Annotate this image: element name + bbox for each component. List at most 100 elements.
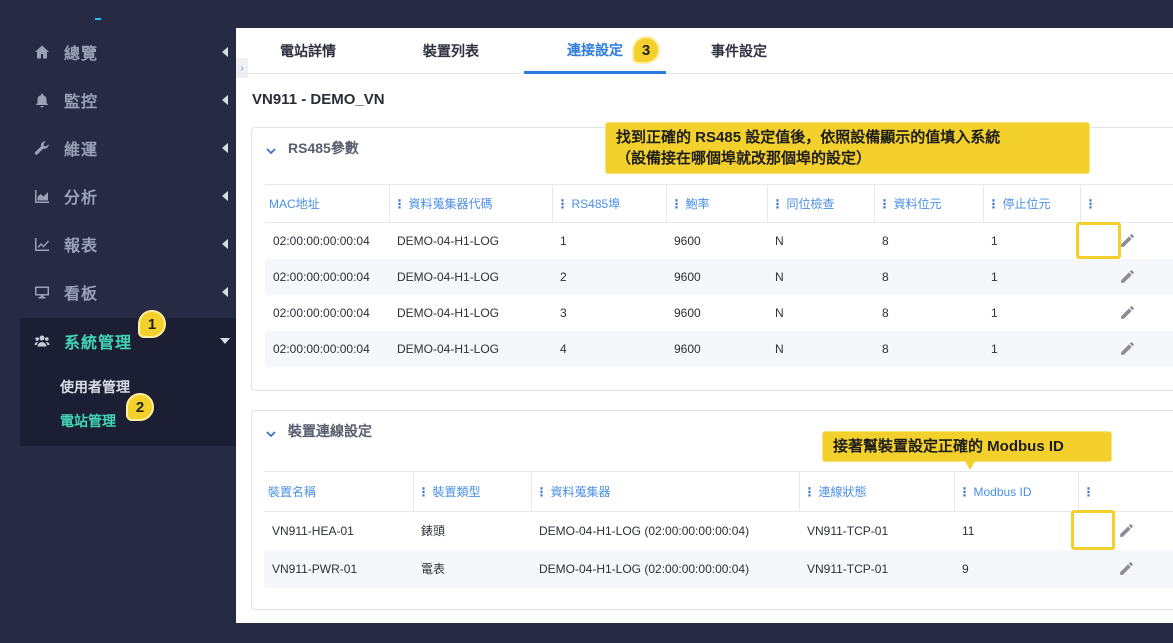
cell-data-bits: 8 bbox=[882, 233, 889, 248]
step-badge-1: 1 bbox=[138, 310, 166, 338]
cell-parity: N bbox=[767, 330, 874, 367]
cell-port: 4 bbox=[552, 330, 666, 367]
column-header[interactable]: ⋮ Modbus ID bbox=[953, 471, 1078, 512]
edit-pencil-icon[interactable] bbox=[1115, 265, 1139, 289]
cell-mac: 02:00:00:00:00:04 bbox=[265, 258, 389, 295]
edit-pencil-icon[interactable] bbox=[1114, 519, 1138, 543]
cell-device-name: VN911-HEA-01 bbox=[272, 523, 354, 538]
caret-left-icon bbox=[222, 239, 228, 249]
column-header[interactable]: ⋮ bbox=[1077, 471, 1173, 512]
column-menu-icon[interactable]: ⋮ bbox=[418, 485, 430, 499]
column-menu-icon[interactable]: ⋮ bbox=[879, 197, 891, 211]
cell-device-name: VN911-PWR-01 bbox=[264, 549, 413, 588]
table-row: 02:00:00:00:00:04 DEMO-04-H1-LOG 4 9600 … bbox=[265, 330, 1173, 367]
column-menu-icon[interactable]: ⋮ bbox=[671, 197, 683, 211]
column-header[interactable]: MAC地址 bbox=[265, 184, 389, 223]
sidebar-item-system-management[interactable]: 系統管理 bbox=[20, 318, 236, 364]
bell-icon bbox=[32, 90, 52, 110]
caret-left-icon bbox=[222, 191, 228, 201]
cell-data-bits: 8 bbox=[882, 305, 889, 320]
column-menu-icon[interactable]: ⋮ bbox=[804, 485, 816, 499]
column-header[interactable]: 裝置名稱 bbox=[264, 471, 413, 512]
column-header[interactable]: ⋮ RS485埠 bbox=[551, 184, 666, 223]
column-menu-icon[interactable]: ⋮ bbox=[988, 197, 1000, 211]
cell-parity: N bbox=[775, 305, 784, 320]
sidebar-item-label: 看板 bbox=[64, 286, 99, 303]
cell-stop-bits: 1 bbox=[983, 330, 1080, 367]
column-menu-icon[interactable]: ⋮ bbox=[394, 197, 406, 211]
table-row: VN911-HEA-01 錶頭 DEMO-04-H1-LOG (02:00:00… bbox=[264, 512, 1173, 550]
column-header[interactable]: ⋮ 資料蒐集器代碼 bbox=[388, 184, 552, 223]
caret-left-icon bbox=[222, 95, 228, 105]
cell-actions bbox=[1080, 295, 1173, 331]
cell-stop-bits: 1 bbox=[991, 305, 998, 320]
line-chart-icon bbox=[32, 234, 52, 254]
column-header[interactable]: ⋮ 鮑率 bbox=[665, 184, 767, 223]
column-header[interactable]: ⋮ 停止位元 bbox=[982, 184, 1080, 223]
cell-stop-bits: 1 bbox=[991, 233, 998, 248]
cell-baud: 9600 bbox=[674, 233, 701, 248]
callout-pointer bbox=[965, 461, 975, 470]
cell-device-type: 電表 bbox=[413, 549, 531, 588]
chevron-down-icon bbox=[266, 143, 276, 155]
cell-baud: 9600 bbox=[666, 258, 767, 295]
cell-actions bbox=[1078, 512, 1173, 550]
callout-modbus-instructions: 接著幫裝置設定正確的 Modbus ID bbox=[822, 431, 1112, 470]
chevron-down-icon bbox=[266, 426, 276, 438]
cell-device-type: 錶頭 bbox=[421, 524, 446, 539]
table-header-row: 裝置名稱 ⋮ 裝置類型 ⋮ 資料蒐集器 ⋮ 連線狀態 ⋮ Modbus ID ⋮ bbox=[264, 471, 1173, 512]
column-menu-icon[interactable]: ⋮ bbox=[772, 197, 784, 211]
sidebar-item-dashboard[interactable]: 看板 bbox=[20, 268, 236, 316]
sidebar-item-label: 總覽 bbox=[64, 46, 99, 63]
column-header[interactable]: ⋮ 同位檢查 bbox=[766, 184, 874, 223]
cell-mac: 02:00:00:00:00:04 bbox=[273, 233, 370, 248]
cell-modbus-id: 9 bbox=[954, 549, 1078, 588]
edit-pencil-icon[interactable] bbox=[1114, 557, 1138, 581]
sidebar-item-label: 系統管理 bbox=[64, 335, 133, 352]
column-menu-icon[interactable]: ⋮ bbox=[536, 485, 548, 499]
column-menu-icon[interactable]: ⋮ bbox=[1085, 197, 1097, 211]
edit-pencil-icon[interactable] bbox=[1115, 301, 1139, 325]
edit-pencil-icon[interactable] bbox=[1115, 337, 1139, 361]
cell-actions bbox=[1080, 258, 1173, 295]
column-menu-icon[interactable]: ⋮ bbox=[959, 485, 971, 499]
column-header[interactable]: ⋮ 資料位元 bbox=[873, 184, 983, 223]
table-header-row: MAC地址 ⋮ 資料蒐集器代碼 ⋮ RS485埠 ⋮ 鮑率 ⋮ 同位檢查 ⋮ 資料位元 ⋮… bbox=[265, 184, 1173, 223]
sidebar-item-label: 維運 bbox=[64, 142, 99, 159]
column-menu-icon[interactable]: ⋮ bbox=[1083, 485, 1095, 499]
cell-parity: N bbox=[775, 233, 784, 248]
sidebar-item-label: 分析 bbox=[64, 190, 99, 207]
tab-device-list[interactable]: 裝置列表 bbox=[401, 28, 501, 74]
column-header[interactable]: ⋮ bbox=[1079, 184, 1173, 223]
table-row: 02:00:00:00:00:04 DEMO-04-H1-LOG 1 9600 … bbox=[265, 223, 1173, 259]
cell-collector: DEMO-04-H1-LOG (02:00:00:00:00:04) bbox=[539, 523, 750, 538]
device-card-header[interactable]: 裝置連線設定 bbox=[252, 411, 372, 451]
callout-text: 接著幫裝置設定正確的 Modbus ID bbox=[833, 438, 1064, 455]
cell-data-bits: 8 bbox=[874, 258, 983, 295]
column-header[interactable]: ⋮ 裝置類型 bbox=[412, 471, 531, 512]
sidebar-item-analysis[interactable]: 分析 bbox=[20, 172, 236, 220]
sidebar-item-report[interactable]: 報表 bbox=[20, 220, 236, 268]
step-badge-2: 2 bbox=[126, 393, 154, 421]
sidebar-item-overview[interactable]: 總覽 bbox=[20, 28, 236, 76]
table-row: 02:00:00:00:00:04 DEMO-04-H1-LOG 3 9600 … bbox=[265, 295, 1173, 331]
cell-baud: 9600 bbox=[666, 330, 767, 367]
cell-actions bbox=[1080, 223, 1173, 259]
caret-down-icon bbox=[220, 338, 230, 344]
cell-actions bbox=[1078, 549, 1173, 588]
column-header[interactable]: ⋮ 連線狀態 bbox=[798, 471, 954, 512]
column-header[interactable]: ⋮ 資料蒐集器 bbox=[530, 471, 799, 512]
cell-collector: DEMO-04-H1-LOG bbox=[389, 258, 552, 295]
rs485-card-header[interactable]: RS485參數 bbox=[252, 128, 359, 168]
tab-bar: 電站詳情 裝置列表 連接設定 事件設定 bbox=[236, 28, 1173, 74]
sidebar-item-maintenance[interactable]: 維運 bbox=[20, 124, 236, 172]
tab-station-details[interactable]: 電站詳情 bbox=[258, 28, 358, 74]
cell-actions bbox=[1080, 330, 1173, 367]
edit-pencil-icon[interactable] bbox=[1115, 229, 1139, 253]
users-icon bbox=[32, 331, 52, 351]
column-menu-icon[interactable]: ⋮ bbox=[557, 197, 569, 211]
rs485-table: MAC地址 ⋮ 資料蒐集器代碼 ⋮ RS485埠 ⋮ 鮑率 ⋮ 同位檢查 ⋮ 資料位元 ⋮… bbox=[265, 184, 1173, 367]
tab-event-settings[interactable]: 事件設定 bbox=[689, 28, 789, 74]
sidebar: 總覽 監控 維運 分析 報表 看板 系統管理 使用者管理 電站管理 bbox=[20, 28, 236, 446]
sidebar-item-monitor[interactable]: 監控 bbox=[20, 76, 236, 124]
